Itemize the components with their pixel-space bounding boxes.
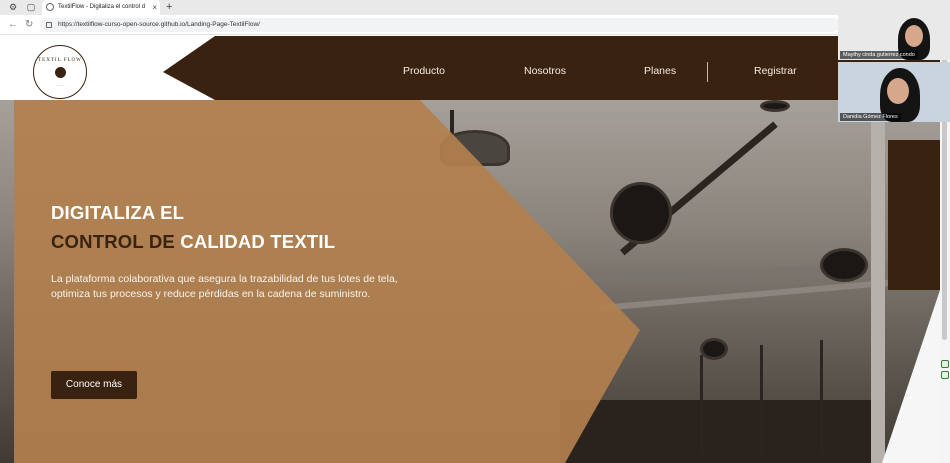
logo-sub: · · · · xyxy=(56,84,64,88)
hero-section: DIGITALIZA EL CONTROL DE CALIDAD TEXTIL … xyxy=(0,100,940,463)
reload-icon[interactable]: ↻ xyxy=(25,19,33,30)
browser-tab-strip: ⚙ ▢ TextilFlow - Digitaliza el control d… xyxy=(0,0,950,15)
logo-mark-icon xyxy=(55,67,66,78)
nav-link-planes[interactable]: Planes xyxy=(644,65,676,77)
hero-title-dark: CONTROL DE xyxy=(51,231,175,252)
tab-overview-icon[interactable]: ▢ xyxy=(24,1,38,13)
landing-page: TEXTIL FLOW · · · · Producto Nosotros Pl… xyxy=(0,36,940,463)
participant-face xyxy=(905,25,923,47)
machine-wheel xyxy=(700,338,728,360)
globe-icon xyxy=(46,3,54,11)
hero-dark-accent xyxy=(888,140,940,290)
machine-post xyxy=(760,345,763,455)
nav-divider xyxy=(707,62,708,82)
nav-link-registrar[interactable]: Registrar xyxy=(754,65,797,77)
tab-title: TextilFlow - Digitaliza el control d xyxy=(58,4,146,10)
conoce-mas-button[interactable]: Conoce más xyxy=(51,371,137,399)
hero-title-light: CALIDAD TEXTIL xyxy=(174,231,336,252)
extension-icon[interactable] xyxy=(941,371,949,379)
url-text: https://textilflow-curso-open-source.git… xyxy=(58,21,260,28)
hero-title-line1: DIGITALIZA EL xyxy=(51,202,185,223)
participant-name: Maythy cinda gutierrez condo xyxy=(840,51,918,59)
hero-title: DIGITALIZA EL CONTROL DE CALIDAD TEXTIL xyxy=(51,198,335,256)
loom-floor xyxy=(560,400,880,463)
nav-link-producto[interactable]: Producto xyxy=(403,65,445,77)
logo-text: TEXTIL FLOW xyxy=(38,58,82,63)
browser-menu-icon[interactable]: ⚙ xyxy=(6,1,20,13)
address-bar-row: ← ↻ https://textilflow-curso-open-source… xyxy=(0,15,950,35)
hero-description: La plataforma colaborativa que asegura l… xyxy=(51,273,398,300)
participant-video-2: Danidia Gómez Flores xyxy=(838,62,950,122)
nav-link-nosotros[interactable]: Nosotros xyxy=(524,65,566,77)
logo[interactable]: TEXTIL FLOW · · · · xyxy=(33,45,87,99)
navbar: TEXTIL FLOW · · · · Producto Nosotros Pl… xyxy=(0,36,940,100)
extension-icon[interactable] xyxy=(941,360,949,368)
url-field[interactable]: https://textilflow-curso-open-source.git… xyxy=(40,18,840,32)
navbar-background xyxy=(163,36,940,100)
machine-wheel xyxy=(760,100,790,112)
participant-face xyxy=(887,78,909,104)
participant-name: Danidia Gómez Flores xyxy=(840,113,901,121)
machine-wheel xyxy=(610,182,672,244)
new-tab-button[interactable]: + xyxy=(166,0,172,14)
factory-pole xyxy=(871,100,885,463)
machine-wheel xyxy=(820,248,868,282)
close-icon[interactable]: × xyxy=(152,0,157,15)
back-icon[interactable]: ← xyxy=(8,19,18,30)
machine-post xyxy=(700,355,703,455)
lock-icon xyxy=(46,22,52,28)
participant-video-1: Maythy cinda gutierrez condo xyxy=(838,0,950,60)
browser-tab-active[interactable]: TextilFlow - Digitaliza el control d × xyxy=(42,0,160,15)
machine-post xyxy=(820,340,823,455)
